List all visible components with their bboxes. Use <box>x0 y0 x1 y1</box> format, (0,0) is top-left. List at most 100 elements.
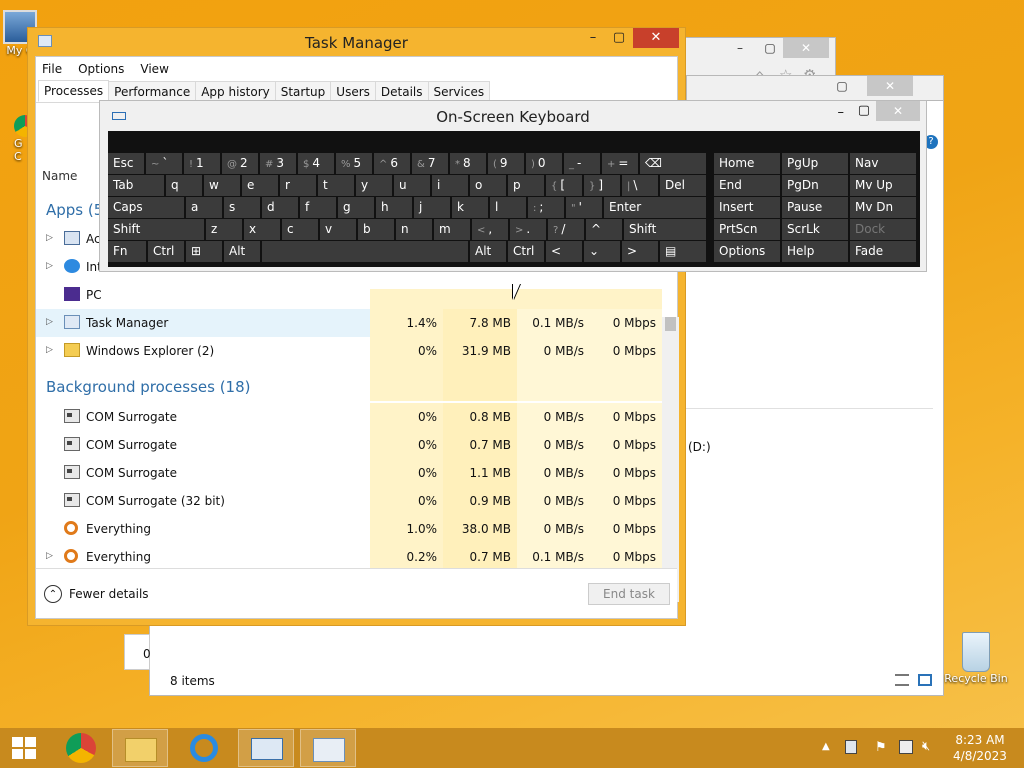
minimize-button[interactable]: – <box>579 28 607 48</box>
key-symbol[interactable]: :; <box>528 197 564 218</box>
key-4[interactable]: $4 <box>298 153 334 174</box>
key-p[interactable]: p <box>508 175 544 196</box>
key-symbol[interactable]: ⌫ <box>640 153 706 174</box>
key-enter[interactable]: Enter <box>604 197 706 218</box>
taskbar-internet-explorer[interactable] <box>176 729 232 767</box>
expand-arrow-icon[interactable]: ▷ <box>46 317 53 327</box>
key-f[interactable]: f <box>300 197 336 218</box>
key-symbol[interactable]: < <box>546 241 582 262</box>
key-l[interactable]: l <box>490 197 526 218</box>
key-u[interactable]: u <box>394 175 430 196</box>
key-k[interactable]: k <box>452 197 488 218</box>
expand-arrow-icon[interactable]: ▷ <box>46 261 53 271</box>
key-symbol[interactable]: ~ ` <box>146 153 182 174</box>
taskbar-file-explorer[interactable] <box>112 729 168 767</box>
key-ctrl[interactable]: Ctrl <box>508 241 544 262</box>
key-pgdn[interactable]: PgDn <box>782 175 848 196</box>
key-ctrl[interactable]: Ctrl <box>148 241 184 262</box>
vertical-scrollbar[interactable]: ⌄ <box>662 317 679 602</box>
key-dock[interactable]: Dock <box>850 219 916 240</box>
tab-details[interactable]: Details <box>374 81 429 102</box>
key-nav[interactable]: Nav <box>850 153 916 174</box>
key-fade[interactable]: Fade <box>850 241 916 262</box>
key-s[interactable]: s <box>224 197 260 218</box>
key-symbol[interactable]: | \ <box>622 175 658 196</box>
menu-options[interactable]: Options <box>78 62 124 76</box>
key-symbol[interactable]: <, <box>472 219 508 240</box>
tab-startup[interactable]: Startup <box>274 81 332 102</box>
key-symbol[interactable]: + = <box>602 153 638 174</box>
key-symbol[interactable]: ⊞ <box>186 241 222 262</box>
expand-arrow-icon[interactable]: ▷ <box>46 233 53 243</box>
desktop-icon-recycle-bin[interactable]: Recycle Bin <box>944 632 1008 685</box>
table-row[interactable]: COM Surrogate (32 bit) 0% 0.9 MB 0 MB/s 0 Mb… <box>36 487 662 515</box>
key-7[interactable]: & 7 <box>412 153 448 174</box>
key-space[interactable] <box>262 241 468 262</box>
taskbar-chrome[interactable] <box>54 729 110 767</box>
key-symbol[interactable]: {[ <box>546 175 582 196</box>
table-row[interactable]: COM Surrogate 0% 0.7 MB 0 MB/s 0 Mbps <box>36 431 662 459</box>
key-symbol[interactable]: _ - <box>564 153 600 174</box>
key-t[interactable]: t <box>318 175 354 196</box>
expand-arrow-icon[interactable]: ▷ <box>46 551 53 561</box>
menu-file[interactable]: File <box>42 62 62 76</box>
key-symbol[interactable]: > <box>622 241 658 262</box>
key-esc[interactable]: Esc <box>108 153 144 174</box>
key-z[interactable]: z <box>206 219 242 240</box>
key-tab[interactable]: Tab <box>108 175 164 196</box>
clock[interactable]: 8:23 AM 4/8/2023 <box>946 732 1014 764</box>
key-j[interactable]: j <box>414 197 450 218</box>
start-button[interactable] <box>0 728 48 768</box>
tab-users[interactable]: Users <box>330 81 376 102</box>
table-row[interactable]: ▷ Task Manager 1.4% 7.8 MB 0.1 MB/s 0 Mb… <box>36 309 662 337</box>
key-scrlk[interactable]: ScrLk <box>782 219 848 240</box>
end-task-button[interactable]: End task <box>588 583 670 605</box>
key-r[interactable]: r <box>280 175 316 196</box>
key-x[interactable]: x <box>244 219 280 240</box>
key-v[interactable]: v <box>320 219 356 240</box>
fewer-details-button[interactable]: ⌃ Fewer details <box>44 585 149 603</box>
key-symbol[interactable]: ⌄ <box>584 241 620 262</box>
key-h[interactable]: h <box>376 197 412 218</box>
close-button[interactable]: ✕ <box>633 28 679 48</box>
key-0[interactable]: ) 0 <box>526 153 562 174</box>
taskbar-task-manager[interactable] <box>300 729 356 767</box>
details-view-icon[interactable] <box>895 674 909 686</box>
key-symbol[interactable]: >. <box>510 219 546 240</box>
tab-services[interactable]: Services <box>427 81 491 102</box>
tiles-view-icon[interactable] <box>918 674 932 686</box>
key-i[interactable]: i <box>432 175 468 196</box>
key-shift[interactable]: Shift <box>624 219 706 240</box>
key-prtscn[interactable]: PrtScn <box>714 219 780 240</box>
key-symbol[interactable]: }] <box>584 175 620 196</box>
table-row[interactable]: ▷ Everything 0.2% 0.7 MB 0.1 MB/s 0 Mbps <box>36 543 662 571</box>
maximize-button[interactable]: ▢ <box>858 103 870 118</box>
minimize-button[interactable]: – <box>725 38 755 58</box>
table-row[interactable]: COM Surrogate 0% 1.1 MB 0 MB/s 0 Mbps <box>36 459 662 487</box>
scroll-thumb[interactable] <box>665 317 676 331</box>
maximize-button[interactable]: ▢ <box>755 38 785 58</box>
key-a[interactable]: a <box>186 197 222 218</box>
key-symbol[interactable]: ▤ <box>660 241 706 262</box>
key-symbol[interactable]: ? / <box>548 219 584 240</box>
key-d[interactable]: d <box>262 197 298 218</box>
key-mv-dn[interactable]: Mv Dn <box>850 197 916 218</box>
key-del[interactable]: Del <box>660 175 706 196</box>
explorer-window-mid[interactable]: ▢ ✕ <box>686 75 944 100</box>
key-end[interactable]: End <box>714 175 780 196</box>
key-6[interactable]: ^ 6 <box>374 153 410 174</box>
on-screen-keyboard-window[interactable]: On-Screen Keyboard – ▢ ✕ Esc ~ `! 1 @2 #3 $4% 5… <box>99 100 927 272</box>
key-2[interactable]: @2 <box>222 153 258 174</box>
show-hidden-icons-button[interactable]: ▲ <box>822 741 830 752</box>
key-q[interactable]: q <box>166 175 202 196</box>
key-9[interactable]: (9 <box>488 153 524 174</box>
key-alt[interactable]: Alt <box>224 241 260 262</box>
key-m[interactable]: m <box>434 219 470 240</box>
key-c[interactable]: c <box>282 219 318 240</box>
taskbar-on-screen-keyboard[interactable] <box>238 729 294 767</box>
key-3[interactable]: #3 <box>260 153 296 174</box>
table-row[interactable]: COM Surrogate 0% 0.8 MB 0 MB/s 0 Mbps <box>36 403 662 431</box>
key-o[interactable]: o <box>470 175 506 196</box>
key-home[interactable]: Home <box>714 153 780 174</box>
key-w[interactable]: w <box>204 175 240 196</box>
